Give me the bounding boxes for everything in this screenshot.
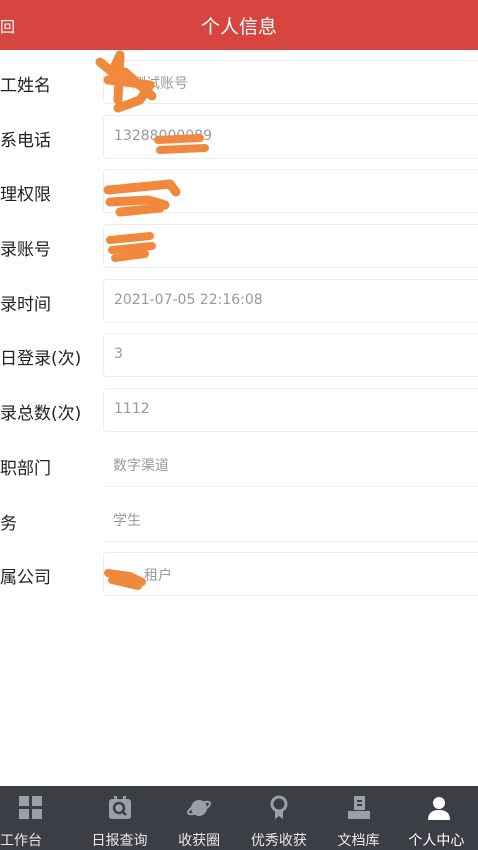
today-logins-field[interactable]: 3 xyxy=(103,333,478,378)
page-title: 个人信息 xyxy=(200,16,277,38)
position-field: 学生 xyxy=(103,497,478,542)
department-value: 数字渠道 xyxy=(113,457,169,474)
bottom-tab-bar: 工作台 日报查询 收获圈 优秀收获 文档库 个人中心 xyxy=(0,786,478,850)
report-search-icon xyxy=(108,796,131,819)
total-logins-field[interactable]: 1112 xyxy=(103,388,478,433)
employee-name-value: 测试账号 xyxy=(132,76,188,92)
tab-document-library-label: 文档库 xyxy=(337,833,380,849)
today-logins-label: 日登录(次) xyxy=(0,349,82,370)
company-value: 租户 xyxy=(144,568,172,585)
row-company: 属公司 租户 xyxy=(0,548,478,603)
row-employee-name: 工姓名 测试账号 xyxy=(0,56,478,111)
total-logins-value: 1112 xyxy=(114,401,150,418)
contact-phone-label: 系电话 xyxy=(0,130,51,151)
award-icon xyxy=(270,795,288,819)
today-logins-value: 3 xyxy=(114,346,123,363)
department-label: 职部门 xyxy=(0,458,51,479)
login-time-label: 录时间 xyxy=(0,294,51,315)
grid-icon xyxy=(19,796,42,819)
tab-personal-center[interactable]: 个人中心 xyxy=(398,786,478,850)
login-time-field[interactable]: 2021-07-05 22:16:08 xyxy=(103,278,478,323)
user-icon xyxy=(428,797,451,820)
position-value: 学生 xyxy=(113,512,141,529)
document-stack-icon xyxy=(347,796,370,819)
company-field[interactable]: 租户 xyxy=(103,552,478,597)
row-login-time: 录时间 2021-07-05 22:16:08 xyxy=(0,275,478,330)
tab-excellent-harvest-label: 优秀收获 xyxy=(250,833,307,849)
row-contact-phone: 系电话 13288000089 xyxy=(0,111,478,166)
row-total-logins: 录总数(次) 1112 xyxy=(0,384,478,439)
department-field: 数字渠道 xyxy=(103,442,478,487)
company-label: 属公司 xyxy=(0,568,51,589)
tab-workbench-label: 工作台 xyxy=(0,833,42,849)
tab-harvest-circle[interactable]: 收获圈 xyxy=(159,786,239,850)
row-position: 务 学生 xyxy=(0,494,478,549)
contact-phone-value: 13288000089 xyxy=(114,127,212,144)
profile-form: 工姓名 测试账号 系电话 13288000089 理权限 录账号 录时间 202… xyxy=(0,56,478,603)
position-label: 务 xyxy=(0,513,17,534)
tab-document-library[interactable]: 文档库 xyxy=(319,786,399,850)
row-permission: 理权限 xyxy=(0,165,478,220)
row-department: 职部门 数字渠道 xyxy=(0,439,478,494)
row-login-account: 录账号 xyxy=(0,220,478,275)
row-today-logins: 日登录(次) 3 xyxy=(0,329,478,384)
permission-field[interactable] xyxy=(103,169,478,214)
tab-harvest-circle-label: 收获圈 xyxy=(178,833,221,849)
tab-daily-report[interactable]: 日报查询 xyxy=(80,786,160,850)
employee-name-field[interactable]: 测试账号 xyxy=(103,60,478,104)
permission-label: 理权限 xyxy=(0,185,51,206)
employee-name-label: 工姓名 xyxy=(0,76,51,96)
contact-phone-field[interactable]: 13288000089 xyxy=(103,114,478,159)
total-logins-label: 录总数(次) xyxy=(0,404,82,425)
tab-personal-center-label: 个人中心 xyxy=(408,833,465,849)
login-time-value: 2021-07-05 22:16:08 xyxy=(114,291,263,308)
app-header: 回 个人信息 xyxy=(0,0,478,50)
tab-excellent-harvest[interactable]: 优秀收获 xyxy=(239,786,319,850)
tab-daily-report-label: 日报查询 xyxy=(91,833,148,849)
planet-icon xyxy=(187,800,212,816)
tab-workbench[interactable]: 工作台 xyxy=(0,786,80,850)
login-account-field[interactable] xyxy=(103,224,478,269)
login-account-label: 录账号 xyxy=(0,240,51,261)
